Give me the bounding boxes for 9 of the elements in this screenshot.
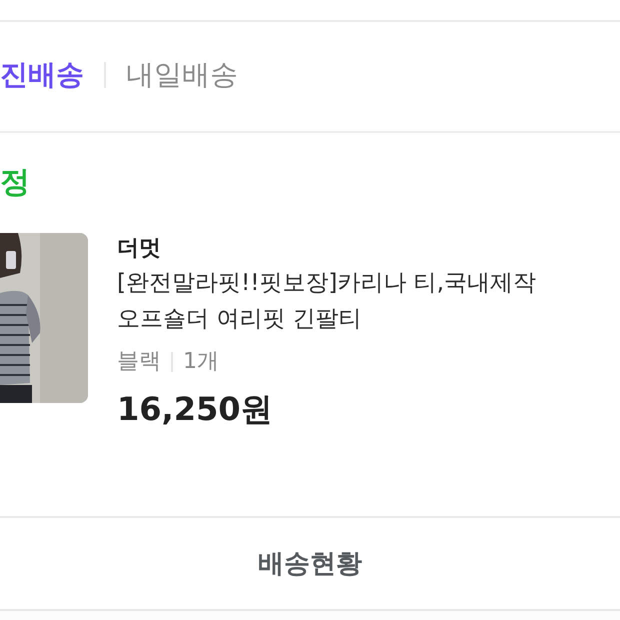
product-title: [완전말라핏!!핏보장]카리나 티,국내제작 [117,269,536,298]
delivery-tab[interactable]: 내일배송 [126,56,238,94]
price-text: 16,250원 [117,389,274,429]
delivery-status: 정 [0,164,31,202]
product-title: 오프숄더 여리핏 긴팔티 [117,305,363,334]
quantity-text: 1개 [183,348,219,376]
brand-name: 더멋 [117,235,162,263]
option-text: 블랙 [117,348,161,376]
delivery-tab[interactable]: 진배송 [0,56,84,94]
